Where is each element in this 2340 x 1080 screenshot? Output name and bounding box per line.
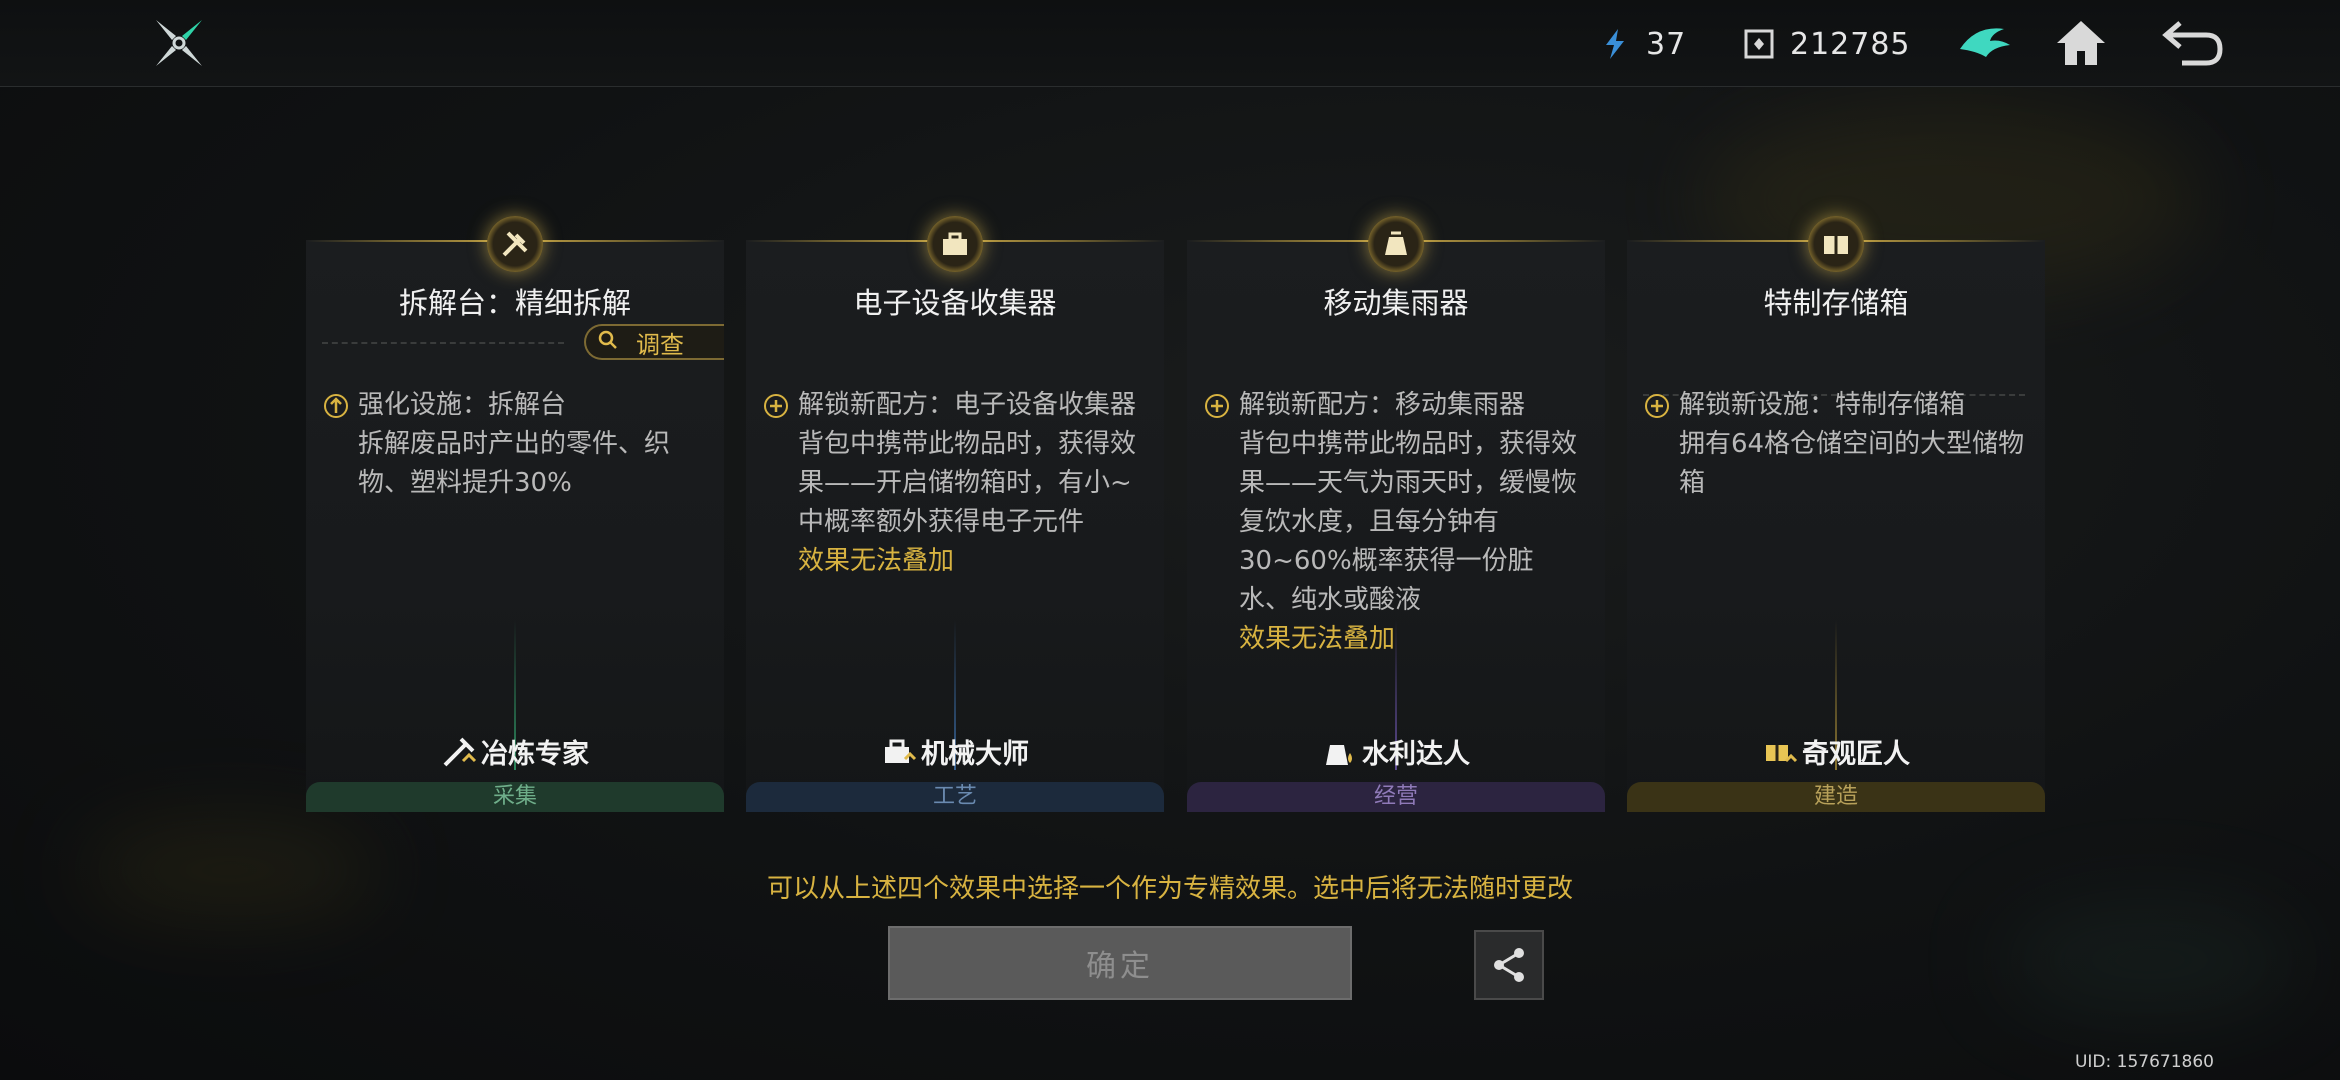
currency-value: 212785 — [1790, 26, 1911, 62]
role-title: 奇观匠人 — [1627, 732, 2045, 771]
perk-card-dismantle[interactable]: 拆解台：精细拆解 调查 强化设施：拆解台 拆解废品时产出的零件、织物、塑料提升3… — [306, 216, 724, 812]
category-tab: 工艺 — [746, 782, 1164, 812]
background-glow — [2000, 900, 2300, 1020]
role-title: 水利达人 — [1187, 732, 1605, 771]
stack-warning: 效果无法叠加 — [798, 546, 955, 576]
upgrade-bullet-icon — [322, 392, 350, 420]
user-id: UID: 157671860 — [2074, 1052, 2214, 1072]
effect-text: 强化设施：拆解台 拆解废品时产出的零件、织物、塑料提升30% — [358, 390, 671, 498]
category-tab: 采集 — [306, 782, 724, 812]
energy-resource[interactable]: 37 — [1598, 22, 1686, 66]
confirm-button[interactable]: 确定 — [888, 926, 1352, 1000]
category-tab: 建造 — [1627, 782, 2045, 812]
wonder-builder-role-icon — [1762, 735, 1798, 769]
card-title: 电子设备收集器 — [853, 286, 1057, 320]
role-label: 水利达人 — [1362, 739, 1470, 770]
home-button[interactable] — [2048, 12, 2114, 74]
home-icon — [2057, 21, 2105, 65]
chip-currency-icon — [1742, 27, 1776, 61]
crate-medal-icon — [1808, 216, 1864, 272]
divider — [322, 342, 564, 344]
top-bar: 37 212785 — [0, 0, 2340, 87]
effect-body: 解锁新配方：移动集雨器 背包中携带此物品时，获得效果——天气为雨天时，缓慢恢复饮… — [1239, 386, 1585, 659]
effect-text: 解锁新配方：电子设备收集器 背包中携带此物品时，获得效果——开启储物箱时，有小~… — [798, 390, 1137, 537]
effect-text: 解锁新配方：移动集雨器 背包中携带此物品时，获得效果——天气为雨天时，缓慢恢复饮… — [1239, 390, 1578, 615]
unlock-bullet-icon — [1203, 392, 1231, 420]
category-tab: 经营 — [1187, 782, 1605, 812]
bird-emblem-icon — [1960, 28, 2010, 57]
role-label: 冶炼专家 — [481, 739, 589, 770]
investigate-button[interactable]: 调查 — [584, 324, 724, 360]
effect-description: 解锁新设施：特制存储箱 拥有64格仓储空间的大型储物箱 — [1643, 386, 2025, 503]
effect-description: 解锁新配方：电子设备收集器 背包中携带此物品时，获得效果——开启储物箱时，有小~… — [762, 386, 1144, 581]
mechanic-role-icon — [881, 735, 917, 769]
role-label: 机械大师 — [921, 739, 1029, 770]
card-title: 特制存储箱 — [1763, 286, 1909, 320]
return-arrow-icon — [2162, 21, 2223, 66]
perk-card-rain-collector[interactable]: 移动集雨器 解锁新配方：移动集雨器 背包中携带此物品时，获得效果——天气为雨天时… — [1187, 216, 1605, 812]
toolbox-medal-icon — [927, 216, 983, 272]
game-logo-icon[interactable] — [150, 14, 208, 72]
stack-warning: 效果无法叠加 — [1239, 624, 1396, 654]
perk-card-electronic-collector[interactable]: 电子设备收集器 解锁新配方：电子设备收集器 背包中携带此物品时，获得效果——开启… — [746, 216, 1164, 812]
search-icon — [598, 328, 618, 356]
energy-value: 37 — [1646, 26, 1687, 62]
card-title: 移动集雨器 — [1323, 286, 1469, 320]
lightning-crystal-icon — [1598, 27, 1632, 61]
role-title: 机械大师 — [746, 732, 1164, 771]
effect-description: 解锁新配方：移动集雨器 背包中携带此物品时，获得效果——天气为雨天时，缓慢恢复饮… — [1203, 386, 1585, 659]
perk-card-storage-box[interactable]: 特制存储箱 解锁新设施：特制存储箱 拥有64格仓储空间的大型储物箱 奇观匠人 建… — [1627, 216, 2045, 812]
unlock-bullet-icon — [1643, 392, 1671, 420]
water-pouch-medal-icon — [1368, 216, 1424, 272]
card-title: 拆解台：精细拆解 — [398, 286, 631, 320]
selection-hint: 可以从上述四个效果中选择一个作为专精效果。选中后将无法随时更改 — [766, 874, 1573, 904]
investigate-label: 调查 — [636, 330, 684, 359]
back-button[interactable] — [2160, 12, 2226, 74]
share-button[interactable] — [1474, 930, 1544, 1000]
unlock-bullet-icon — [762, 392, 790, 420]
smelter-role-icon — [441, 735, 477, 769]
wrench-medal-icon — [487, 216, 543, 272]
hydro-role-icon — [1322, 735, 1358, 769]
currency-resource[interactable]: 212785 — [1742, 22, 1911, 66]
effect-body: 解锁新配方：电子设备收集器 背包中携带此物品时，获得效果——开启储物箱时，有小~… — [798, 386, 1144, 581]
role-title: 冶炼专家 — [306, 732, 724, 771]
role-label: 奇观匠人 — [1802, 739, 1910, 770]
effect-text: 解锁新设施：特制存储箱 拥有64格仓储空间的大型储物箱 — [1679, 390, 2025, 498]
effect-description: 强化设施：拆解台 拆解废品时产出的零件、织物、塑料提升30% — [322, 386, 704, 503]
bird-emblem-button[interactable] — [1952, 12, 2018, 74]
share-icon — [1494, 948, 1524, 982]
